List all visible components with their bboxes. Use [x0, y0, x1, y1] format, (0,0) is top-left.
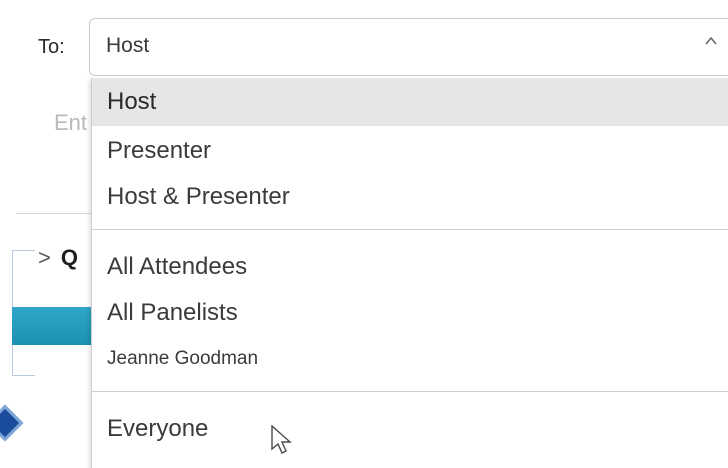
recipient-select-value: Host	[106, 34, 150, 57]
chevron-up-icon-svg	[705, 36, 717, 45]
recipient-select[interactable]: Host	[89, 18, 728, 76]
recipient-dropdown-list: Host Presenter Host & Presenter All Atte…	[91, 78, 728, 468]
chevron-up-icon[interactable]	[703, 33, 719, 54]
option-all-attendees[interactable]: All Attendees	[92, 244, 728, 290]
chevron-right-icon[interactable]: >	[38, 245, 51, 270]
option-separator	[92, 229, 728, 230]
option-jeanne-goodman[interactable]: Jeanne Goodman	[92, 336, 728, 382]
option-all-panelists[interactable]: All Panelists	[92, 290, 728, 336]
to-label: To:	[38, 36, 65, 58]
option-presenter[interactable]: Presenter	[92, 128, 728, 174]
option-separator	[92, 391, 728, 392]
qa-section-label: Q	[60, 245, 78, 270]
mouse-cursor-icon-svg	[271, 424, 292, 454]
qa-section-header[interactable]: > Q	[38, 245, 90, 271]
mouse-cursor-icon	[270, 424, 294, 455]
option-host-and-presenter[interactable]: Host & Presenter	[92, 174, 728, 220]
side-accent-bar	[12, 307, 102, 345]
option-host[interactable]: Host	[92, 78, 728, 126]
option-everyone[interactable]: Everyone	[92, 406, 728, 452]
message-input-placeholder[interactable]: Ent	[54, 110, 94, 136]
section-divider	[16, 213, 96, 214]
